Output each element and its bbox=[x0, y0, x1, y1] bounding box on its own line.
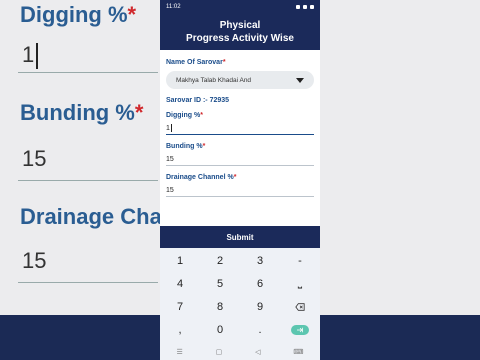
key-7[interactable]: 7 bbox=[160, 295, 200, 318]
key-period[interactable]: . bbox=[240, 318, 280, 341]
digging-label: Digging %* bbox=[166, 112, 203, 119]
page-title-line2: Progress Activity Wise bbox=[186, 33, 294, 44]
background-divider bbox=[18, 72, 158, 73]
bunding-label: Bunding %* bbox=[166, 143, 206, 150]
key-5[interactable]: 5 bbox=[200, 272, 240, 295]
digging-input[interactable]: 1 bbox=[166, 122, 314, 135]
drainage-channel-input[interactable]: 15 bbox=[166, 184, 314, 197]
key-minus[interactable]: - bbox=[280, 249, 320, 272]
status-time: 11:02 bbox=[166, 4, 181, 10]
wifi-icon bbox=[296, 5, 300, 9]
drainage-channel-label: Drainage Channel %* bbox=[166, 174, 237, 181]
background-bunding-value: 15 bbox=[22, 146, 47, 171]
background-drainage-label: Drainage Cha bbox=[20, 204, 160, 229]
bunding-input[interactable]: 15 bbox=[166, 153, 314, 166]
sarovar-id-text: Sarovar ID :- 72935 bbox=[166, 97, 230, 104]
key-3[interactable]: 3 bbox=[240, 249, 280, 272]
next-icon bbox=[291, 324, 309, 335]
phone-screen: 11:02 Physical Progress Activity Wise Na… bbox=[160, 0, 320, 360]
page-title-line1: Physical bbox=[219, 20, 261, 31]
key-9[interactable]: 9 bbox=[240, 295, 280, 318]
battery-icon bbox=[310, 5, 314, 9]
system-nav-bar: ☰ ▢ ◁ ⌨ bbox=[160, 344, 320, 360]
key-6[interactable]: 6 bbox=[240, 272, 280, 295]
background-bottom-bar bbox=[0, 315, 160, 360]
signal-icon bbox=[303, 5, 307, 9]
key-backspace[interactable] bbox=[280, 295, 320, 318]
background-bunding-label: Bunding %* bbox=[20, 100, 144, 125]
background-digging-value: 1 bbox=[22, 42, 39, 70]
key-comma[interactable]: , bbox=[160, 318, 200, 341]
key-0[interactable]: 0 bbox=[200, 318, 240, 341]
background-divider bbox=[18, 180, 158, 181]
home-nav-icon[interactable]: ▢ bbox=[216, 348, 223, 356]
sarovar-name-label: Name Of Sarovar* bbox=[166, 59, 226, 66]
background-right-panel bbox=[320, 0, 480, 360]
background-drainage-value: 15 bbox=[22, 248, 47, 273]
backspace-icon bbox=[295, 302, 305, 311]
submit-button[interactable]: Submit bbox=[160, 226, 320, 248]
text-cursor bbox=[170, 124, 172, 132]
status-bar: 11:02 bbox=[160, 0, 320, 14]
key-4[interactable]: 4 bbox=[160, 272, 200, 295]
back-nav-icon[interactable]: ◁ bbox=[255, 348, 260, 356]
background-digging-label: Digging %* bbox=[20, 2, 137, 27]
sarovar-name-dropdown[interactable]: Makhya Talab Khadai And bbox=[166, 71, 314, 89]
app-header: Physical Progress Activity Wise bbox=[160, 14, 320, 50]
chevron-down-icon bbox=[296, 77, 304, 83]
background-bottom-bar bbox=[320, 315, 480, 360]
key-next[interactable] bbox=[280, 318, 320, 341]
numeric-keypad: 1 2 3 - 4 5 6 ⎵ 7 8 9 , 0 . ☰ ▢ ◁ ⌨ bbox=[160, 248, 320, 360]
key-2[interactable]: 2 bbox=[200, 249, 240, 272]
progress-form: Name Of Sarovar* Makhya Talab Khadai And… bbox=[160, 59, 320, 197]
key-8[interactable]: 8 bbox=[200, 295, 240, 318]
background-left-panel: Digging %* 1 Bunding %* 15 Drainage Cha … bbox=[0, 0, 160, 360]
status-icons bbox=[296, 5, 314, 9]
key-1[interactable]: 1 bbox=[160, 249, 200, 272]
menu-nav-icon[interactable]: ☰ bbox=[176, 348, 182, 356]
sarovar-name-selected: Makhya Talab Khadai And bbox=[176, 76, 252, 84]
keyboard-nav-icon[interactable]: ⌨ bbox=[293, 348, 303, 356]
background-divider bbox=[18, 282, 158, 283]
key-space[interactable]: ⎵ bbox=[280, 272, 320, 295]
